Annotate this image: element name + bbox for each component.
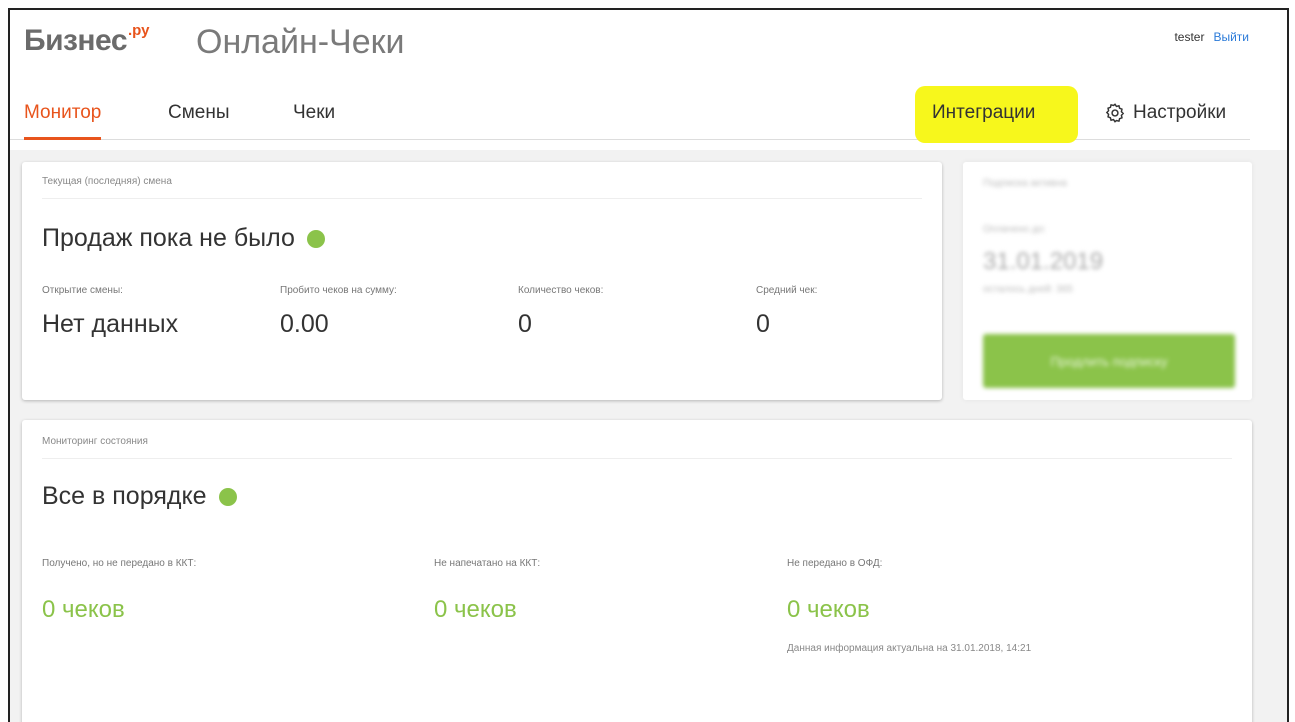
status-dot-icon — [306, 229, 325, 248]
card-title: Текущая (последняя) смена — [42, 176, 172, 187]
monitor-value: 0 чеков — [787, 596, 870, 623]
stat-value: 0.00 — [280, 310, 329, 338]
stat-value: 0 — [756, 310, 770, 338]
divider — [42, 458, 1232, 459]
stat-value: Нет данных — [42, 310, 179, 338]
stat-label: Количество чеков: — [518, 285, 604, 296]
user-panel: tester Выйти — [1174, 30, 1249, 44]
monitoring-card: Мониторинг состояния Все в порядке Получ… — [22, 420, 1252, 722]
logout-link[interactable]: Выйти — [1213, 30, 1249, 44]
app-window: Бизнес .ру Онлайн-Чеки tester Выйти Мони… — [8, 8, 1289, 722]
current-shift-card: Текущая (последняя) смена Продаж пока не… — [22, 162, 942, 400]
monitor-label: Получено, но не передано в ККТ: — [42, 558, 197, 569]
tab-integrations[interactable]: Интеграции — [932, 102, 1035, 124]
app-title: Онлайн-Чеки — [196, 23, 405, 61]
monitor-value: 0 чеков — [42, 596, 125, 623]
tab-shifts[interactable]: Смены — [168, 102, 230, 124]
status-dot-icon — [218, 487, 237, 506]
stat-label: Средний чек: — [756, 285, 818, 296]
gear-icon — [1105, 103, 1125, 123]
shift-status: Продаж пока не было — [42, 224, 325, 253]
divider — [42, 198, 922, 199]
monitor-label: Не напечатано на ККТ: — [434, 558, 541, 569]
logo-suffix: .ру — [128, 22, 150, 39]
monitoring-status: Все в порядке — [42, 482, 237, 511]
user-name: tester — [1174, 30, 1205, 44]
monitor-label: Не передано в ОФД: — [787, 558, 883, 569]
subscription-days-left: осталось дней: 365 — [983, 284, 1073, 295]
tab-settings[interactable]: Настройки — [1104, 102, 1226, 124]
info-timestamp-note: Данная информация актуальна на 31.01.201… — [787, 643, 1032, 654]
stat-value: 0 — [518, 310, 532, 338]
card-title: Мониторинг состояния — [42, 436, 148, 447]
subscription-date: 31.01.2019 — [983, 248, 1104, 275]
shift-status-text: Продаж пока не было — [42, 224, 295, 252]
tab-settings-label: Настройки — [1133, 102, 1227, 123]
subscription-label: Оплачено до: — [983, 224, 1047, 235]
main-nav: Монитор Смены Чеки Интеграции Настройки — [10, 86, 1250, 143]
stat-label: Открытие смены: — [42, 285, 123, 296]
stat-label: Пробито чеков на сумму: — [280, 285, 397, 296]
tab-checks[interactable]: Чеки — [293, 102, 335, 124]
header: Бизнес .ру Онлайн-Чеки tester Выйти Мони… — [10, 10, 1287, 150]
subscription-title: Подписка активна — [983, 178, 1067, 189]
extend-subscription-button[interactable]: Продлить подписку — [983, 334, 1235, 388]
subscription-card: Подписка активна Оплачено до: 31.01.2019… — [963, 162, 1252, 400]
monitoring-status-text: Все в порядке — [42, 482, 207, 510]
monitor-value: 0 чеков — [434, 596, 517, 623]
logo-text: Бизнес — [24, 24, 128, 57]
tab-monitor[interactable]: Монитор — [24, 102, 102, 140]
logo[interactable]: Бизнес .ру — [24, 22, 150, 58]
